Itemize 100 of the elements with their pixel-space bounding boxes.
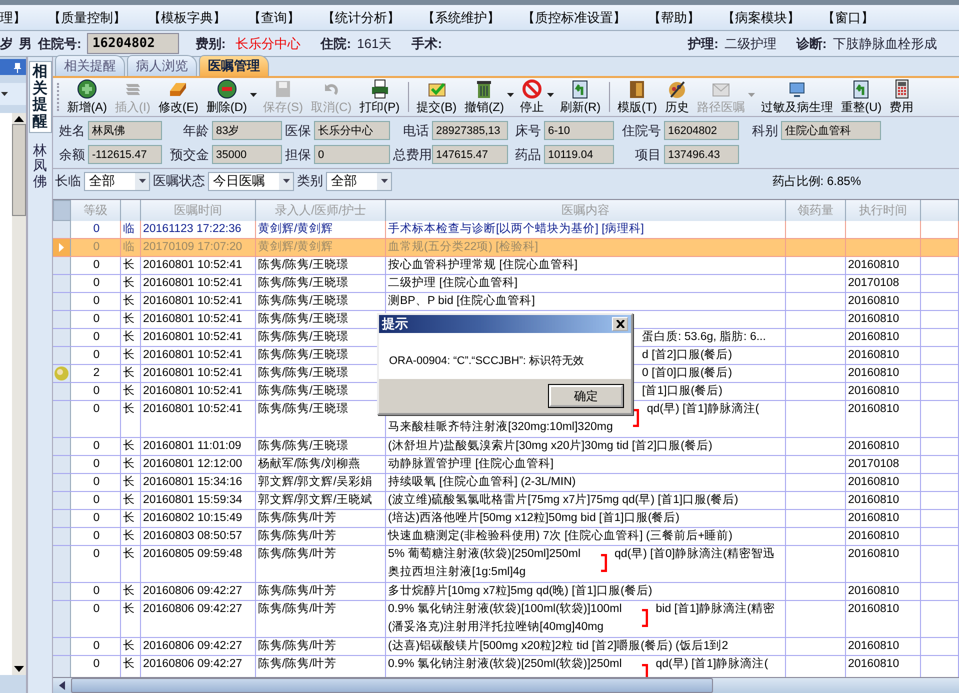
toolbar-button[interactable]: 撤销(Z) — [462, 78, 506, 116]
caret-icon[interactable] — [250, 92, 257, 96]
patient-name-text: 林凤佛 — [33, 143, 47, 190]
table-cell: 长 — [121, 257, 141, 274]
toolbar-button[interactable]: 刷新(R) — [558, 78, 603, 116]
menu-item[interactable]: 【统计分析】 — [322, 8, 400, 26]
row-header[interactable] — [53, 221, 71, 238]
row-header[interactable] — [53, 638, 71, 655]
caret-icon[interactable] — [547, 92, 554, 96]
scroll-up-icon[interactable] — [14, 116, 24, 122]
toolbar-button[interactable]: 提交(B) — [414, 78, 459, 116]
table-row[interactable]: 0 长 20160801 10:52:41 陈隽/陈隽/王晓璟 按心血管科护理常规 [住院心血管科] 20160810 — [53, 257, 959, 275]
caret-icon[interactable] — [1, 92, 8, 96]
row-header[interactable] — [53, 293, 71, 310]
scroll-thumb[interactable] — [71, 678, 713, 693]
table-row[interactable]: 0 长 20160801 10:52:41 陈隽/陈隽/王晓璟 二级护理 [住院心血管科] 20170108 — [53, 275, 959, 293]
table-row[interactable]: 0 长 20160802 10:15:49 陈隽/陈隽/叶芳 (培达)西洛他唑片[50mg x12粒]50mg bid [首1]口服(餐后) 20160810 — [53, 510, 959, 528]
row-header[interactable] — [53, 456, 71, 473]
caret-icon[interactable] — [507, 92, 514, 96]
scrollbar[interactable] — [12, 113, 26, 675]
close-button[interactable] — [612, 317, 628, 331]
value-field: 0 — [314, 145, 390, 164]
menu-item[interactable]: 【病案模块】 — [722, 8, 800, 26]
toolbar-button[interactable]: 停止 — [518, 78, 546, 116]
header-corner[interactable] — [53, 200, 71, 221]
tab[interactable]: 病人浏览 — [127, 55, 197, 76]
table-row[interactable]: 0 长 20160806 09:42:27 陈隽/陈隽/叶芳 多廿烷醇片[10mg x7粒]5mg qd(晚) [首1]口服(餐后) 20160810 — [53, 583, 959, 601]
row-header[interactable] — [53, 583, 71, 600]
row-header[interactable] — [53, 492, 71, 509]
table-cell: 陈隽/陈隽/王晓璟 — [256, 275, 386, 292]
row-header[interactable] — [53, 383, 71, 400]
table-row[interactable]: 0 长 20160803 08:50:57 陈隽/陈隽/叶芳 快速血糖测定(非检验科使用) 7次 [住院心血管科] (三餐前后+睡前) 20160810 — [53, 528, 959, 546]
row-header[interactable] — [53, 329, 71, 346]
ok-button[interactable]: 确定 — [549, 385, 623, 407]
menu-item[interactable]: 理】 — [0, 8, 26, 26]
field-label: 床号 — [514, 122, 541, 140]
horizontal-scrollbar[interactable] — [53, 677, 959, 693]
menu-item[interactable]: 【系统维护】 — [422, 8, 500, 26]
dropdown-field[interactable]: 今日医嘱 — [208, 172, 294, 190]
current-row-icon — [59, 243, 64, 252]
value-field: 长乐分中心 — [314, 121, 390, 140]
table-row[interactable]: 0 长 20160801 11:01:09 陈隽/陈隽/王晓璟 (沐舒坦片)盐酸氨溴索片[30mg x20片]30mg tid [首2]口服(餐后) 20160810 — [53, 438, 959, 456]
dropdown-field[interactable]: 全部 — [84, 172, 150, 190]
table-row[interactable]: 0 长 20160801 15:34:16 郭文辉/郭文辉/吴彩娟 持续吸氧 [住院心血管科] (2-3L/MIN) 20160810 — [53, 474, 959, 492]
row-header[interactable] — [53, 365, 71, 382]
row-header[interactable] — [53, 510, 71, 527]
toolbar-button[interactable]: 新增(A) — [65, 78, 109, 116]
caret-icon — [380, 179, 388, 183]
menu-item[interactable]: 【窗口】 — [822, 8, 874, 26]
toolbar-button[interactable]: 模版(T) — [616, 78, 659, 116]
row-header[interactable] — [53, 474, 71, 491]
row-header[interactable] — [53, 275, 71, 292]
order-route: qd(早) [首0]静脉滴注(精密智迅 — [614, 546, 775, 562]
table-row[interactable]: 0 长 20160801 10:52:41 陈隽/陈隽/王晓璟 测BP、P bid [住院心血管科] 20160810 — [53, 293, 959, 311]
menu-item[interactable]: 【查询】 — [248, 8, 300, 26]
table-cell: 20160801 10:52:41 — [141, 275, 256, 292]
row-header[interactable] — [53, 239, 71, 256]
menu-item[interactable]: 【帮助】 — [648, 8, 700, 26]
table-cell: 20160801 10:52:41 — [141, 383, 256, 400]
value-field: 83岁 — [212, 121, 282, 140]
toolbar-grip[interactable] — [57, 83, 61, 111]
dropdown-field[interactable] — [0, 83, 26, 105]
table-cell: 20160801 10:52:41 — [141, 311, 256, 328]
row-header[interactable] — [53, 401, 71, 437]
toolbar-button[interactable]: 过敏及病生理 — [759, 78, 835, 116]
toolbar-button[interactable]: 历史 — [663, 78, 691, 116]
pin-icon[interactable] — [13, 62, 22, 72]
table-row[interactable]: 0 长 20160801 12:12:00 杨献军/陈隽/刘柳燕 动静脉置管护理 [住院心血管科] 20170108 — [53, 456, 959, 474]
row-header[interactable] — [53, 546, 71, 582]
table-row[interactable]: 0 长 20160801 15:59:34 郭文辉/郭文辉/王晓斌 (波立维)硫酸氢氯吡格雷片[75mg x7片]75mg qd(早) [首1]口服(餐后) 20160810 — [53, 492, 959, 510]
table-row[interactable]: 0 长 20160805 09:59:48 陈隽/陈隽/叶芳 5% 葡萄糖注射液(软袋)[250ml]250ml 奥拉西坦注射液[1g:5ml]4g qd(早) [首0]静脉滴注(精密智迅 20160810 — [53, 546, 959, 583]
scroll-thumb[interactable] — [12, 124, 26, 216]
table-cell: 长 — [121, 438, 141, 455]
table-cell: 长 — [121, 293, 141, 310]
table-cell: 长 — [121, 275, 141, 292]
row-header[interactable] — [53, 347, 71, 364]
menu-item[interactable]: 【模板字典】 — [148, 8, 226, 26]
toolbar-button[interactable]: 删除(D) — [204, 78, 249, 116]
bracket-icon — [642, 664, 648, 677]
menu-item[interactable]: 【质控标准设置】 — [522, 8, 626, 26]
dropdown-field[interactable]: 全部 — [326, 172, 392, 190]
tab[interactable]: 医嘱管理 — [199, 55, 269, 76]
toolbar-button[interactable]: 打印(P) — [358, 78, 402, 116]
stay-text: 161天 — [357, 34, 392, 52]
row-header[interactable] — [53, 257, 71, 274]
table-row[interactable]: 0 长 20160806 09:42:27 陈隽/陈隽/叶芳 0.9% 氯化钠注射液(软袋)[100ml(软袋)]100ml (潘妥洛克)注射用泮托拉唑钠[40mg]40mg bid [首1]静脉滴注(精密 20160810 — [53, 601, 959, 638]
scroll-down-icon[interactable] — [14, 666, 24, 672]
row-header[interactable] — [53, 601, 71, 637]
table-row[interactable]: 0 长 20160806 09:42:27 陈隽/陈隽/叶芳 (达喜)铝碳酸镁片[500mg x20粒]2粒 tid [首2]嚼服(餐后) (饭后1到2 20160810 — [53, 638, 959, 656]
menu-item[interactable]: 【质量控制】 — [48, 8, 126, 26]
row-header[interactable] — [53, 438, 71, 455]
toolbar-button[interactable]: 费用 — [888, 78, 916, 116]
toolbar-button[interactable]: 修改(E) — [156, 78, 200, 116]
row-header[interactable] — [53, 528, 71, 545]
side-tab[interactable]: 相关提醒 — [28, 61, 52, 133]
tab[interactable]: 相关提醒 — [55, 55, 125, 76]
toolbar-button[interactable]: 重整(U) — [839, 78, 884, 116]
table-cell: 20170109 17:07:20 — [141, 239, 256, 256]
scroll-left-icon[interactable] — [59, 681, 65, 690]
row-header[interactable] — [53, 311, 71, 328]
